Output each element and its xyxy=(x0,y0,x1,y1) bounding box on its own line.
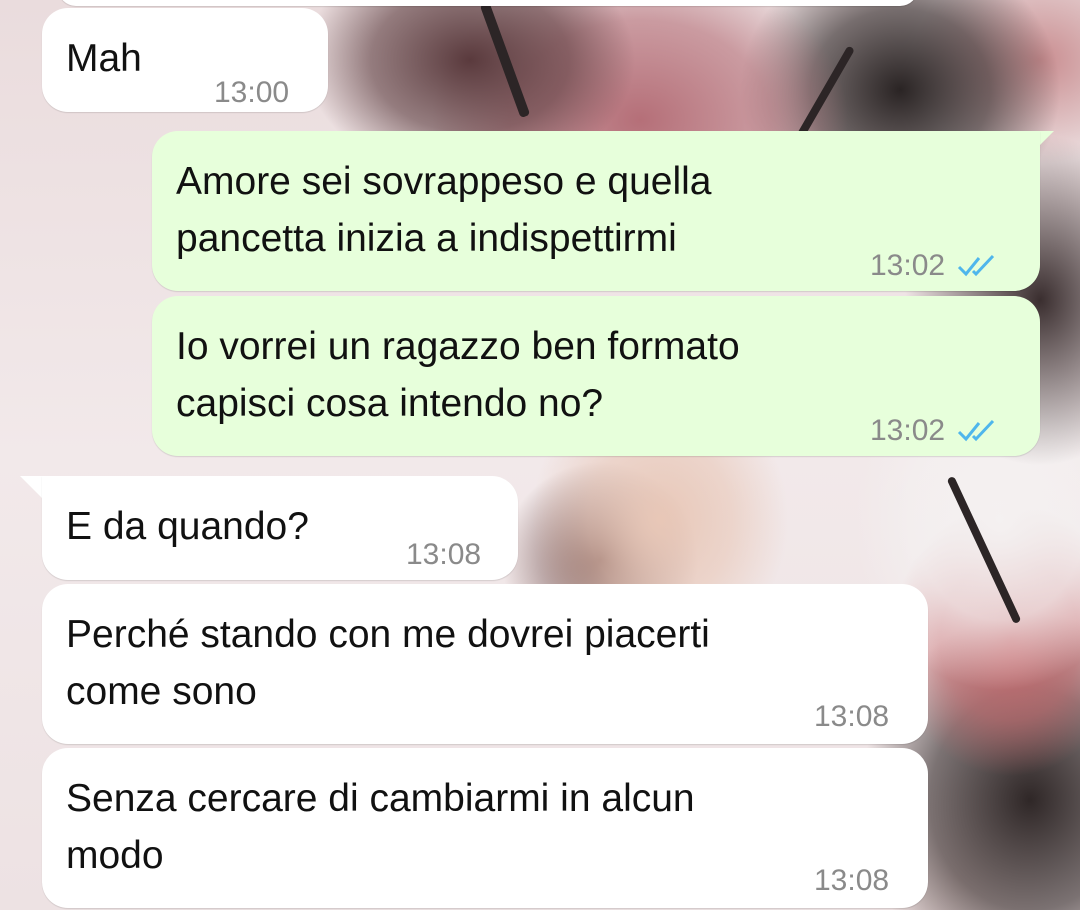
message-bubble-incoming[interactable]: Mah 13:00 xyxy=(42,8,328,112)
message-time: 13:02 xyxy=(870,414,946,447)
message-meta: 13:02 xyxy=(870,402,1001,459)
previous-message-bubble[interactable] xyxy=(58,0,918,6)
message-text: Amore sei sovrappeso e quella pancetta i… xyxy=(176,160,712,260)
message-text: Io vorrei un ragazzo ben formato capisci… xyxy=(176,325,740,425)
message-text: E da quando? xyxy=(66,505,309,548)
message-bubble-incoming[interactable]: Perché stando con me dovrei piacerti com… xyxy=(42,584,928,744)
message-bubble-incoming[interactable]: E da quando? 13:08 xyxy=(42,476,518,580)
message-meta: 13:08 xyxy=(814,688,889,745)
message-text: Senza cercare di cambiarmi in alcun modo xyxy=(66,777,695,877)
message-text: Mah xyxy=(66,37,142,80)
message-time: 13:00 xyxy=(214,76,290,109)
message-bubble-incoming[interactable]: Senza cercare di cambiarmi in alcun modo… xyxy=(42,748,928,908)
message-time: 13:08 xyxy=(814,700,890,733)
message-time: 13:02 xyxy=(870,249,946,282)
message-bubble-outgoing[interactable]: Io vorrei un ragazzo ben formato capisci… xyxy=(152,296,1040,456)
message-bubble-outgoing[interactable]: Amore sei sovrappeso e quella pancetta i… xyxy=(152,131,1040,291)
message-time: 13:08 xyxy=(406,538,482,571)
message-meta: 13:08 xyxy=(814,852,889,909)
bubble-tail xyxy=(20,476,42,498)
message-meta: 13:08 xyxy=(406,526,481,583)
double-check-icon xyxy=(958,419,995,441)
message-meta: 13:00 xyxy=(214,64,289,121)
double-check-icon xyxy=(958,254,995,276)
message-meta: 13:02 xyxy=(870,237,1001,294)
message-time: 13:08 xyxy=(814,864,890,897)
message-text: Perché stando con me dovrei piacerti com… xyxy=(66,613,710,713)
